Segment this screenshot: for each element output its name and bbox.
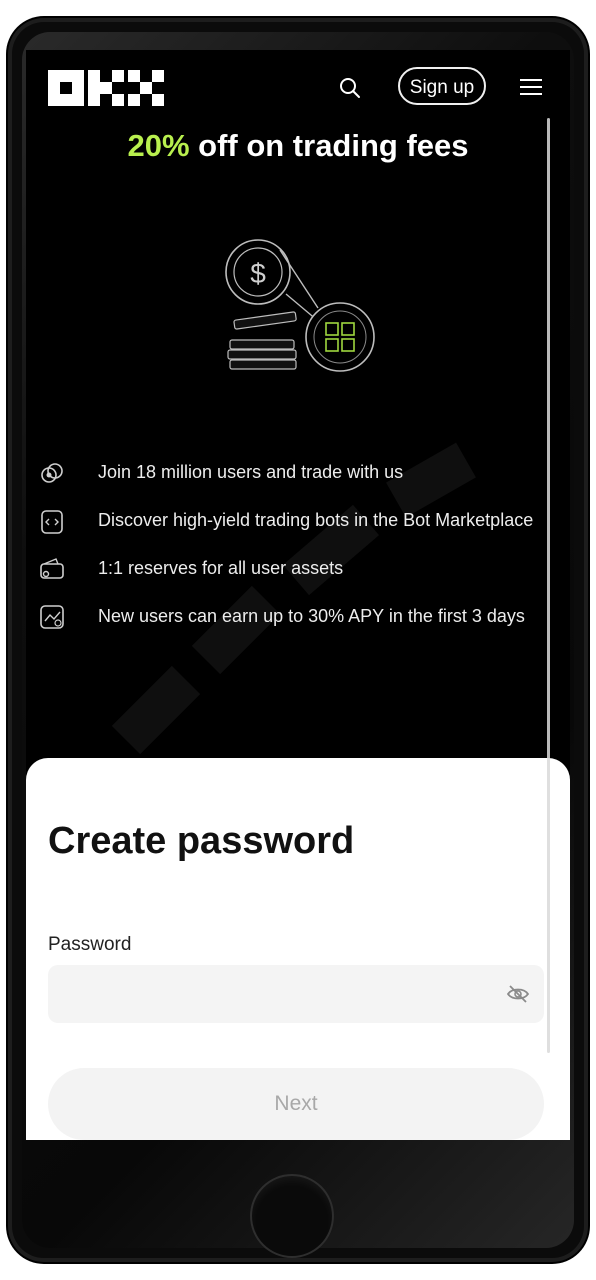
logo-letter-x xyxy=(128,70,164,106)
features-list: Join 18 million users and trade with us … xyxy=(36,455,536,647)
next-button[interactable]: Next xyxy=(48,1068,544,1140)
home-button[interactable] xyxy=(250,1174,334,1258)
feature-item: New users can earn up to 30% APY in the … xyxy=(36,599,536,633)
feature-text: New users can earn up to 30% APY in the … xyxy=(98,606,525,626)
sheet-title: Create password xyxy=(48,820,355,862)
bot-icon xyxy=(41,510,63,534)
eye-off-icon[interactable] xyxy=(506,983,530,1005)
feature-item: 1:1 reserves for all user assets xyxy=(36,551,536,585)
password-field[interactable] xyxy=(48,965,544,1023)
okx-logo[interactable] xyxy=(48,70,166,106)
coins-illustration: $ xyxy=(225,239,375,372)
wallet-icon xyxy=(40,558,64,579)
password-label: Password xyxy=(48,934,132,955)
feature-text: Join 18 million users and trade with us xyxy=(98,462,404,482)
promo-headline: 20% off on trading fees xyxy=(26,128,570,164)
promo-text: off on trading fees xyxy=(189,128,469,163)
feature-text: 1:1 reserves for all user assets xyxy=(98,558,344,578)
scrollbar[interactable] xyxy=(547,118,550,1053)
create-password-sheet: Create password Password Next xyxy=(26,758,570,1140)
feature-item: Join 18 million users and trade with us xyxy=(36,455,536,489)
search-icon[interactable] xyxy=(338,76,362,100)
promo-accent: 20% xyxy=(127,128,190,163)
svg-text:$: $ xyxy=(250,258,266,289)
logo-letter-k xyxy=(88,70,124,106)
logo-letter-o xyxy=(48,70,84,106)
users-coins-icon xyxy=(41,463,63,483)
chart-icon xyxy=(40,605,64,629)
menu-icon[interactable] xyxy=(520,78,542,96)
feature-item: Discover high-yield trading bots in the … xyxy=(36,503,536,537)
signup-button[interactable]: Sign up xyxy=(398,67,486,105)
feature-text: Discover high-yield trading bots in the … xyxy=(98,510,534,530)
screen: Sign up 20% off on trading fees $ Join 1… xyxy=(26,50,570,1140)
